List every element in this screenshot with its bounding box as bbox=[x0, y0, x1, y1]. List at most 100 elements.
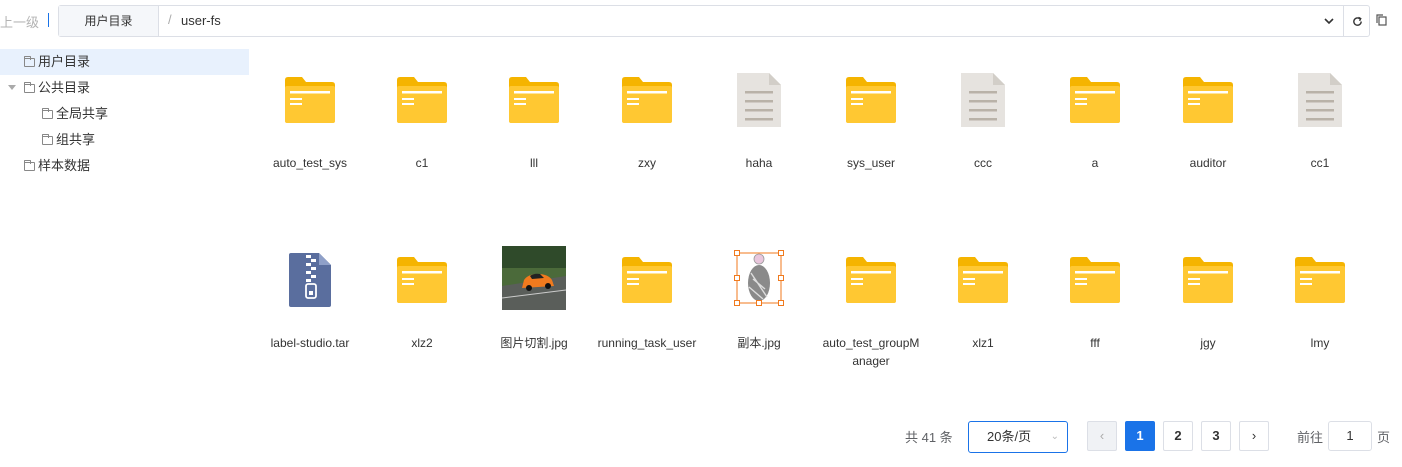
file-icon bbox=[703, 70, 815, 130]
goto-label: 前往 bbox=[1297, 430, 1324, 445]
file-name: jgy bbox=[1200, 336, 1216, 350]
file-name: zxy bbox=[638, 156, 656, 170]
path-input[interactable]: 用户目录 / user-fs bbox=[58, 5, 1370, 37]
folder-icon bbox=[591, 250, 703, 310]
page-button-3[interactable]: 3 bbox=[1201, 421, 1231, 451]
file-item[interactable]: auto_test_sys bbox=[254, 62, 366, 242]
folder-icon bbox=[254, 70, 366, 130]
tree-item-label: 全局共享 bbox=[56, 106, 109, 121]
file-item[interactable]: sys_user bbox=[815, 62, 927, 242]
file-name: fff bbox=[1090, 336, 1100, 350]
file-name: xlz1 bbox=[972, 336, 994, 350]
file-item[interactable]: c1 bbox=[366, 62, 478, 242]
file-item[interactable]: lll bbox=[478, 62, 590, 242]
file-name: xlz2 bbox=[411, 336, 433, 350]
file-name: auto_test_sys bbox=[272, 156, 348, 170]
path-bar: 上一级 用户目录 / user-fs bbox=[0, 0, 1402, 42]
file-item[interactable]: ccc bbox=[927, 62, 1039, 242]
file-item[interactable]: 图片切割.jpg bbox=[478, 242, 590, 422]
chevron-down-icon: ⌄ bbox=[1050, 431, 1059, 442]
folder-icon bbox=[815, 250, 927, 310]
file-name: running_task_user bbox=[597, 336, 697, 350]
tree-item-global-share[interactable]: 全局共享 bbox=[0, 101, 249, 127]
folder-icon bbox=[815, 70, 927, 130]
file-name: 图片切割.jpg bbox=[500, 336, 568, 350]
tree-item-label: 公共目录 bbox=[38, 80, 91, 95]
copy-path-icon[interactable] bbox=[1376, 14, 1387, 29]
file-name: auto_test_groupManager bbox=[822, 336, 920, 368]
page-size-select[interactable]: 20条/页 ⌄ bbox=[968, 421, 1068, 453]
goto-suffix: 页 bbox=[1377, 430, 1391, 445]
folder-icon bbox=[42, 108, 53, 119]
folder-icon bbox=[927, 250, 1039, 310]
refresh-icon bbox=[1352, 17, 1362, 27]
folder-icon bbox=[42, 134, 53, 145]
archive-icon bbox=[254, 250, 366, 310]
image-thumbnail bbox=[703, 248, 815, 308]
root-dir-button[interactable]: 用户目录 bbox=[59, 6, 159, 36]
goto-page-input[interactable]: 1 bbox=[1328, 421, 1372, 451]
refresh-button[interactable] bbox=[1343, 6, 1370, 36]
file-item[interactable]: a bbox=[1039, 62, 1151, 242]
page-size-value: 20条/页 bbox=[987, 429, 1032, 444]
file-item[interactable]: xlz2 bbox=[366, 242, 478, 422]
file-item[interactable]: running_task_user bbox=[591, 242, 703, 422]
path-separator: / bbox=[168, 12, 172, 27]
file-item[interactable]: label-studio.tar bbox=[254, 242, 366, 422]
tree-item-user-dir[interactable]: 用户目录 bbox=[0, 49, 249, 75]
folder-icon bbox=[366, 250, 478, 310]
page-button-2[interactable]: 2 bbox=[1163, 421, 1193, 451]
path-dropdown-button[interactable] bbox=[1315, 6, 1343, 36]
file-item[interactable]: auditor bbox=[1152, 62, 1264, 242]
file-item[interactable]: fff bbox=[1039, 242, 1151, 422]
next-page-button[interactable]: › bbox=[1239, 421, 1269, 451]
chevron-right-icon: › bbox=[1251, 428, 1257, 443]
file-name: haha bbox=[745, 156, 773, 170]
page-button-1[interactable]: 1 bbox=[1125, 421, 1155, 451]
folder-icon bbox=[478, 70, 590, 130]
folder-icon bbox=[1264, 250, 1376, 310]
file-item[interactable]: zxy bbox=[591, 62, 703, 242]
file-item[interactable]: cc1 bbox=[1264, 62, 1376, 242]
tree-item-label: 样本数据 bbox=[38, 158, 91, 173]
file-item[interactable]: 副本.jpg bbox=[703, 242, 815, 422]
file-item[interactable]: haha bbox=[703, 62, 815, 242]
caret-down-icon[interactable] bbox=[8, 85, 16, 90]
chevron-left-icon: ‹ bbox=[1099, 428, 1105, 443]
folder-icon bbox=[1152, 250, 1264, 310]
file-name: 副本.jpg bbox=[737, 336, 781, 350]
file-icon bbox=[927, 70, 1039, 130]
file-name: a bbox=[1091, 156, 1099, 170]
folder-icon bbox=[24, 82, 35, 93]
file-item[interactable]: lmy bbox=[1264, 242, 1376, 422]
folder-icon bbox=[24, 160, 35, 171]
file-name: ccc bbox=[974, 156, 992, 170]
file-name: sys_user bbox=[846, 156, 896, 170]
chevron-down-icon bbox=[1324, 18, 1334, 25]
file-name: label-studio.tar bbox=[270, 336, 350, 350]
file-name: auditor bbox=[1189, 156, 1227, 170]
tree-item-group-share[interactable]: 组共享 bbox=[0, 127, 249, 153]
folder-icon bbox=[1039, 250, 1151, 310]
tree-item-public-dir[interactable]: 公共目录 bbox=[0, 75, 249, 101]
tree-item-sample-data[interactable]: 样本数据 bbox=[0, 153, 249, 179]
prev-page-button[interactable]: ‹ bbox=[1087, 421, 1117, 451]
go-up-link[interactable]: 上一级 bbox=[0, 12, 39, 31]
file-item[interactable]: xlz1 bbox=[927, 242, 1039, 422]
folder-icon bbox=[24, 56, 35, 67]
file-name: lmy bbox=[1310, 336, 1330, 350]
file-item[interactable]: auto_test_groupManager bbox=[815, 242, 927, 422]
folder-icon bbox=[591, 70, 703, 130]
image-thumbnail bbox=[478, 246, 590, 310]
file-item[interactable]: jgy bbox=[1152, 242, 1264, 422]
folder-icon bbox=[1152, 70, 1264, 130]
current-path: user-fs bbox=[181, 13, 221, 28]
folder-icon bbox=[1039, 70, 1151, 130]
file-name: c1 bbox=[415, 156, 429, 170]
pagination: 共 41 条 20条/页 ⌄ ‹ 1 2 3 › 前往 1 页 bbox=[0, 421, 1402, 453]
file-name: lll bbox=[530, 156, 538, 170]
tree-item-label: 组共享 bbox=[56, 132, 96, 147]
separator bbox=[48, 13, 49, 27]
directory-tree: 用户目录 公共目录 全局共享 组共享 样本数据 bbox=[0, 49, 249, 179]
tree-item-label: 用户目录 bbox=[38, 54, 91, 69]
